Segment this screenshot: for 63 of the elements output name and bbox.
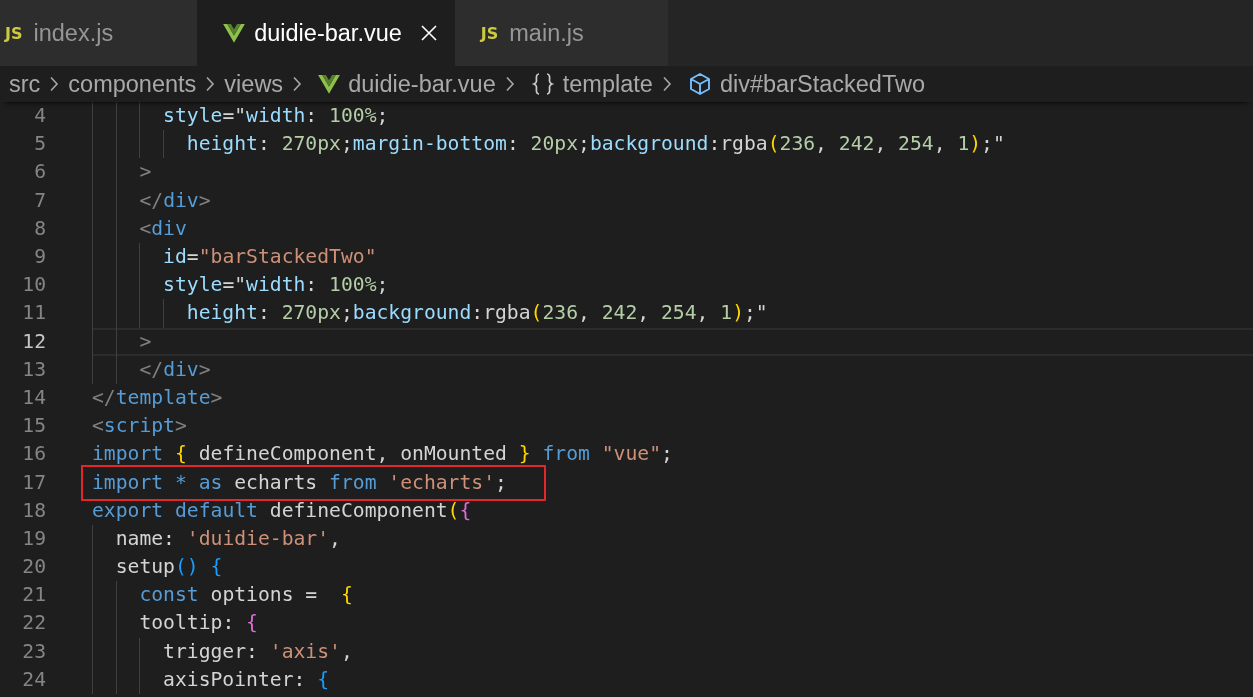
close-icon[interactable] bbox=[420, 25, 437, 41]
code-line: <div bbox=[139, 216, 187, 241]
code-line: style="width: 100%; bbox=[163, 273, 389, 298]
line-number: 24 bbox=[22, 667, 46, 692]
cube-icon bbox=[687, 72, 712, 96]
breadcrumb-item[interactable]: views bbox=[224, 70, 284, 98]
braces-icon bbox=[530, 73, 555, 95]
line-number: 13 bbox=[22, 357, 46, 382]
code-line: axisPointer: { bbox=[163, 667, 330, 692]
breadcrumb-item[interactable]: duidie-bar.vue bbox=[318, 70, 496, 98]
line-number: 23 bbox=[22, 639, 46, 664]
code-line: <script> bbox=[92, 414, 187, 439]
code-line: height: 270px;background:rgba(236, 242, 254, 1);" bbox=[186, 301, 768, 326]
line-number: 19 bbox=[22, 526, 46, 551]
code-line: height: 270px;margin-bottom: 20px;background:rgba(236, 242, 254, 1);" bbox=[186, 132, 1005, 157]
editor-tab[interactable]: JS index.js bbox=[0, 0, 198, 66]
chevron-icon bbox=[661, 76, 672, 92]
chevron-icon bbox=[205, 76, 216, 92]
editor-tab[interactable]: duidie-bar.vue bbox=[197, 0, 455, 66]
code-line: > bbox=[139, 329, 152, 354]
line-number: 14 bbox=[22, 385, 46, 410]
breadcrumb-item[interactable]: components bbox=[68, 70, 197, 98]
code-line: export default defineComponent({ bbox=[92, 498, 472, 523]
code-line: trigger: 'axis', bbox=[163, 639, 353, 664]
line-number: 11 bbox=[22, 301, 46, 326]
code-line: const options = { bbox=[139, 583, 353, 608]
v-icon bbox=[318, 74, 341, 94]
line-number: 9 bbox=[34, 245, 46, 270]
code-line: tooltip: { bbox=[139, 611, 258, 636]
editor-tab[interactable]: JS main.js bbox=[454, 0, 668, 66]
line-number: 20 bbox=[22, 555, 46, 580]
chevron-icon bbox=[292, 76, 303, 92]
breadcrumb-item[interactable]: src bbox=[9, 70, 41, 98]
chevron-icon bbox=[504, 76, 515, 92]
line-number: 6 bbox=[34, 160, 46, 185]
code-line: name: 'duidie-bar', bbox=[115, 526, 341, 551]
file-type-label: JS bbox=[5, 23, 23, 43]
v-icon bbox=[223, 23, 246, 43]
code-line: id="barStackedTwo" bbox=[163, 245, 377, 270]
code-line: </div> bbox=[139, 357, 211, 382]
line-number: 12 bbox=[22, 329, 46, 354]
line-number: 17 bbox=[22, 470, 46, 495]
code-line: > bbox=[139, 160, 152, 185]
line-number: 18 bbox=[22, 498, 46, 523]
line-number: 10 bbox=[22, 273, 46, 298]
line-number: 22 bbox=[22, 611, 46, 636]
code-line: </div> bbox=[139, 188, 211, 213]
line-number: 15 bbox=[22, 414, 46, 439]
line-number: 16 bbox=[22, 442, 46, 467]
code-line: style="width: 100%; bbox=[163, 104, 389, 129]
code-line: </template> bbox=[92, 385, 223, 410]
line-number: 8 bbox=[34, 216, 46, 241]
breadcrumb-item[interactable]: div#barStackedTwo bbox=[687, 70, 925, 98]
line-number: 4 bbox=[34, 104, 46, 129]
code-line: import * as echarts from 'echarts'; bbox=[92, 470, 507, 495]
file-type-label: JS bbox=[480, 23, 499, 43]
line-number: 21 bbox=[22, 583, 46, 608]
code-line: import { defineComponent, onMounted } from "vue"; bbox=[92, 442, 673, 467]
breadcrumb-item[interactable]: template bbox=[530, 70, 653, 98]
code-line: setup() { bbox=[115, 555, 223, 580]
line-number: 7 bbox=[34, 188, 46, 213]
chevron-icon bbox=[49, 76, 60, 92]
line-number: 5 bbox=[34, 132, 46, 157]
